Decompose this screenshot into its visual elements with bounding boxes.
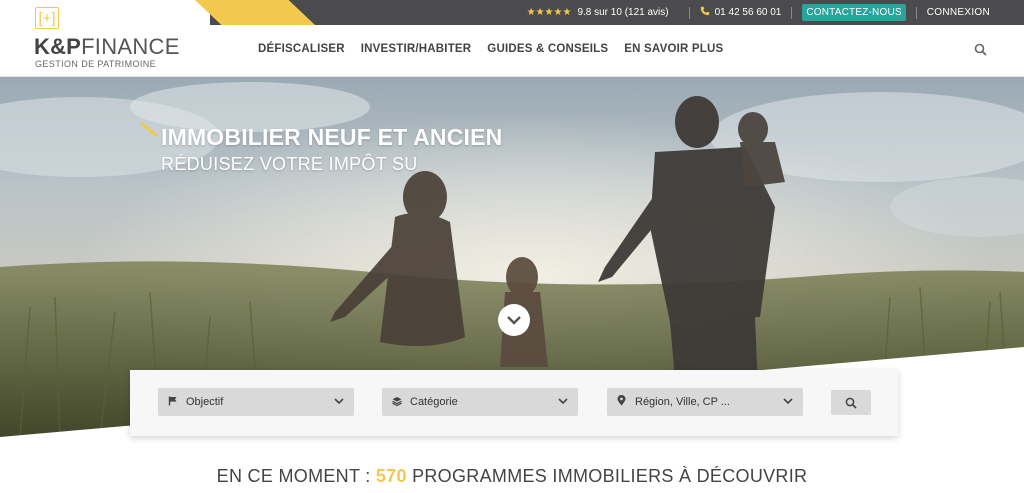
chevron-down-icon (558, 396, 568, 408)
rating-stars-icon: ★★★★★ (526, 7, 572, 18)
phone-number[interactable]: 01 42 56 60 01 (715, 7, 782, 18)
programs-count: 570 (375, 466, 407, 486)
divider (791, 6, 793, 19)
rating-text[interactable]: 9.8 sur 10 (121 avis) (577, 7, 668, 18)
layers-icon (392, 396, 404, 409)
logo-subtitle: GESTION DE PATRIMOINE (35, 59, 157, 69)
chevron-down-icon (783, 396, 793, 408)
objective-select-label: Objectif (186, 396, 224, 408)
programs-prefix: EN CE MOMENT : (216, 466, 376, 486)
contact-button[interactable]: CONTACTEZ-NOUS (802, 4, 906, 21)
logo-mark[interactable]: [+] (35, 7, 59, 29)
nav-item-investir-habiter[interactable]: INVESTIR/HABITER (361, 43, 472, 55)
search-icon[interactable] (974, 43, 988, 57)
top-bar: ★★★★★ 9.8 sur 10 (121 avis) 01 42 56 60 … (0, 0, 1024, 25)
top-bar-items: ★★★★★ 9.8 sur 10 (121 avis) 01 42 56 60 … (527, 0, 1024, 25)
chevron-down-icon (334, 396, 344, 408)
programs-count-heading: EN CE MOMENT : 570 PROGRAMMES IMMOBILIER… (0, 466, 1024, 487)
nav-item-guides-conseils[interactable]: GUIDES & CONSEILS (487, 43, 608, 55)
logo-name-bold: K&P (34, 34, 82, 59)
login-link[interactable]: CONNEXION (927, 7, 990, 18)
logo[interactable]: K&PFINANCE (34, 34, 180, 60)
hero-title: IMMOBILIER NEUF ET ANCIEN (161, 124, 503, 150)
phone-icon (700, 6, 710, 19)
category-select[interactable]: Catégorie (382, 388, 578, 416)
programs-suffix: PROGRAMMES IMMOBILIERS À DÉCOUVRIR (406, 466, 808, 486)
hero-subtitle: RÉDUISEZ VOTRE IMPÔT SU (161, 154, 418, 174)
flag-icon (168, 396, 180, 409)
search-icon (845, 397, 857, 409)
main-nav: DÉFISCALISER INVESTIR/HABITER GUIDES & C… (258, 43, 739, 55)
location-select[interactable]: Région, Ville, CP ... (607, 388, 803, 416)
divider (915, 6, 917, 19)
chevron-down-icon (507, 316, 521, 325)
nav-item-defiscaliser[interactable]: DÉFISCALISER (258, 43, 345, 55)
program-search-panel: Objectif Catégorie Région, Ville, CP ... (130, 370, 898, 436)
location-select-placeholder: Région, Ville, CP ... (635, 396, 730, 408)
main-header: [+] K&PFINANCE GESTION DE PATRIMOINE DÉF… (0, 7, 1024, 77)
logo-name-light: FINANCE (81, 34, 180, 59)
map-marker-icon (617, 395, 629, 409)
objective-select[interactable]: Objectif (158, 388, 354, 416)
scroll-down-button[interactable] (498, 304, 530, 336)
search-submit-button[interactable] (831, 390, 871, 415)
category-select-label: Catégorie (410, 396, 458, 408)
nav-item-en-savoir-plus[interactable]: EN SAVOIR PLUS (624, 43, 723, 55)
divider (688, 6, 690, 19)
